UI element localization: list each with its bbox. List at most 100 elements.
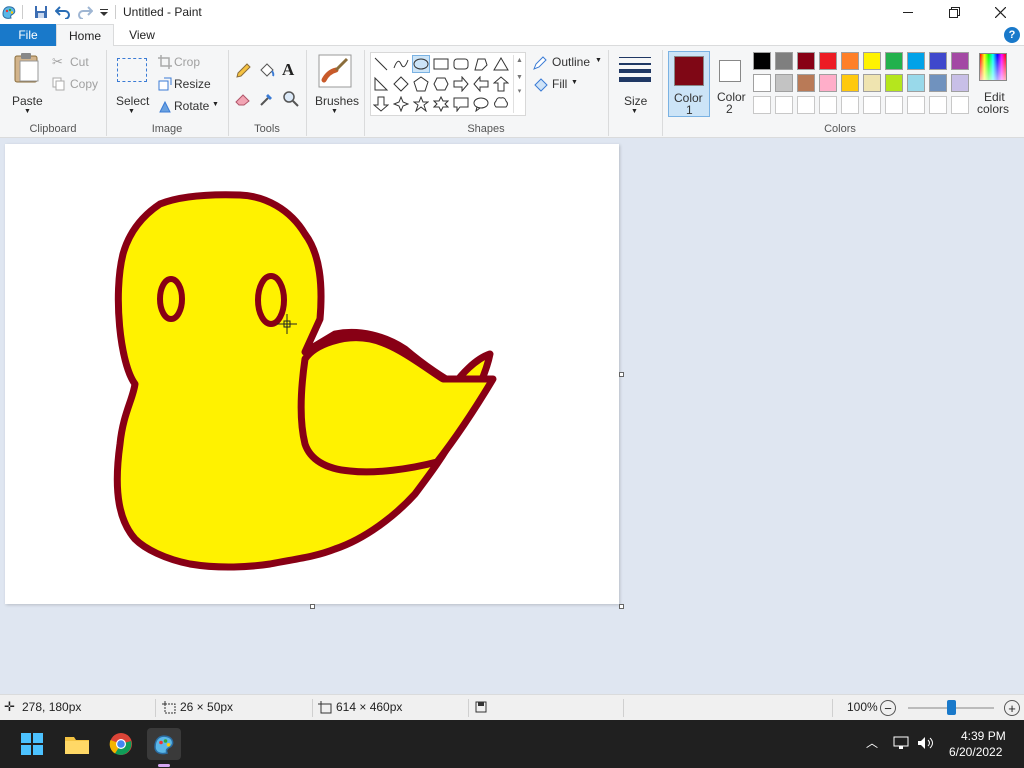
- palette-swatch[interactable]: [797, 52, 815, 70]
- fill-bucket-icon[interactable]: [258, 62, 276, 80]
- shapes-expand-icon[interactable]: ▾: [514, 87, 525, 95]
- oval-shape-icon[interactable]: [412, 55, 430, 73]
- five-point-star-shape-icon[interactable]: [412, 95, 430, 113]
- palette-swatch[interactable]: [885, 96, 903, 114]
- restore-button[interactable]: [931, 0, 977, 24]
- color2-button[interactable]: Color 2: [712, 51, 750, 117]
- size-button[interactable]: Size ▼: [614, 50, 656, 118]
- palette-swatch[interactable]: [775, 96, 793, 114]
- palette-swatch[interactable]: [863, 96, 881, 114]
- network-icon[interactable]: [893, 736, 909, 750]
- tab-home[interactable]: Home: [56, 24, 114, 47]
- resize-handle-bottom[interactable]: [310, 604, 315, 609]
- clock-date[interactable]: 6/20/2022: [949, 745, 1002, 759]
- triangle-shape-icon[interactable]: [492, 55, 510, 73]
- palette-swatch[interactable]: [841, 96, 859, 114]
- color1-button[interactable]: Color 1: [668, 51, 710, 117]
- crop-button[interactable]: Crop: [158, 54, 218, 70]
- palette-swatch[interactable]: [819, 96, 837, 114]
- drawing-canvas[interactable]: [5, 144, 619, 604]
- clock-time[interactable]: 4:39 PM: [961, 729, 1006, 743]
- palette-swatch[interactable]: [885, 74, 903, 92]
- cut-button[interactable]: ✂ Cut: [52, 54, 102, 70]
- palette-swatch[interactable]: [797, 96, 815, 114]
- palette-swatch[interactable]: [907, 96, 925, 114]
- rect-callout-shape-icon[interactable]: [452, 95, 470, 113]
- curve-shape-icon[interactable]: [392, 55, 410, 73]
- palette-swatch[interactable]: [841, 52, 859, 70]
- rounded-rectangle-shape-icon[interactable]: [452, 55, 470, 73]
- oval-callout-shape-icon[interactable]: [472, 95, 490, 113]
- diamond-shape-icon[interactable]: [392, 75, 410, 93]
- tab-file[interactable]: File: [0, 24, 56, 46]
- resize-handle-corner[interactable]: [619, 604, 624, 609]
- palette-swatch[interactable]: [929, 74, 947, 92]
- pencil-icon[interactable]: [234, 62, 252, 80]
- zoom-out-icon[interactable]: −: [880, 700, 896, 716]
- up-arrow-shape-icon[interactable]: [492, 75, 510, 93]
- palette-swatch[interactable]: [907, 74, 925, 92]
- polygon-shape-icon[interactable]: [472, 55, 490, 73]
- eraser-icon[interactable]: [234, 90, 252, 108]
- palette-swatch[interactable]: [951, 52, 969, 70]
- four-point-star-shape-icon[interactable]: [392, 95, 410, 113]
- file-explorer-icon[interactable]: [60, 728, 94, 760]
- save-icon[interactable]: [32, 3, 50, 21]
- undo-icon[interactable]: [54, 3, 72, 21]
- pentagon-shape-icon[interactable]: [412, 75, 430, 93]
- shapes-scroll[interactable]: ▲ ▼ ▾: [513, 55, 525, 113]
- cloud-callout-shape-icon[interactable]: [492, 95, 510, 113]
- redo-icon[interactable]: [76, 3, 94, 21]
- help-icon[interactable]: ?: [1004, 27, 1020, 43]
- shapes-scroll-up-icon[interactable]: ▲: [514, 57, 525, 64]
- down-arrow-shape-icon[interactable]: [372, 95, 390, 113]
- palette-swatch[interactable]: [753, 52, 771, 70]
- palette-swatch[interactable]: [863, 74, 881, 92]
- palette-swatch[interactable]: [775, 52, 793, 70]
- paint-taskbar-icon[interactable]: [147, 728, 181, 760]
- palette-swatch[interactable]: [951, 96, 969, 114]
- text-tool-icon[interactable]: A: [282, 60, 300, 80]
- palette-swatch[interactable]: [753, 74, 771, 92]
- volume-icon[interactable]: [917, 736, 935, 750]
- resize-button[interactable]: Resize: [158, 76, 218, 92]
- color-picker-icon[interactable]: [258, 90, 276, 108]
- hexagon-shape-icon[interactable]: [432, 75, 450, 93]
- right-triangle-shape-icon[interactable]: [372, 75, 390, 93]
- palette-swatch[interactable]: [951, 74, 969, 92]
- zoom-in-icon[interactable]: +: [1004, 700, 1020, 716]
- left-arrow-shape-icon[interactable]: [472, 75, 490, 93]
- palette-swatch[interactable]: [907, 52, 925, 70]
- right-arrow-shape-icon[interactable]: [452, 75, 470, 93]
- rectangle-shape-icon[interactable]: [432, 55, 450, 73]
- chrome-icon[interactable]: [104, 728, 138, 760]
- outline-button[interactable]: Outline ▼: [532, 54, 606, 70]
- zoom-slider-thumb[interactable]: [947, 700, 956, 715]
- fill-button[interactable]: Fill ▼: [532, 76, 592, 92]
- select-button[interactable]: Select ▼: [114, 50, 150, 115]
- palette-swatch[interactable]: [841, 74, 859, 92]
- palette-swatch[interactable]: [819, 52, 837, 70]
- rotate-button[interactable]: Rotate ▼: [158, 98, 228, 114]
- palette-swatch[interactable]: [885, 52, 903, 70]
- paste-button[interactable]: Paste ▼: [8, 50, 46, 115]
- edit-colors-button[interactable]: Edit colors: [976, 50, 1010, 118]
- minimize-button[interactable]: [885, 0, 931, 24]
- six-point-star-shape-icon[interactable]: [432, 95, 450, 113]
- close-button[interactable]: [977, 0, 1023, 24]
- show-hidden-icons-icon[interactable]: ︿: [866, 734, 878, 751]
- brushes-button[interactable]: Brushes ▼: [312, 50, 359, 118]
- copy-button[interactable]: Copy: [52, 76, 102, 92]
- paint-app-icon[interactable]: [0, 3, 18, 21]
- palette-swatch[interactable]: [753, 96, 771, 114]
- palette-swatch[interactable]: [929, 52, 947, 70]
- palette-swatch[interactable]: [797, 74, 815, 92]
- start-icon[interactable]: [15, 728, 49, 760]
- customize-qa-icon[interactable]: [95, 3, 113, 21]
- shapes-scroll-down-icon[interactable]: ▼: [514, 74, 525, 81]
- tab-view[interactable]: View: [114, 24, 170, 46]
- palette-swatch[interactable]: [819, 74, 837, 92]
- magnifier-icon[interactable]: [282, 90, 300, 108]
- palette-swatch[interactable]: [775, 74, 793, 92]
- palette-swatch[interactable]: [863, 52, 881, 70]
